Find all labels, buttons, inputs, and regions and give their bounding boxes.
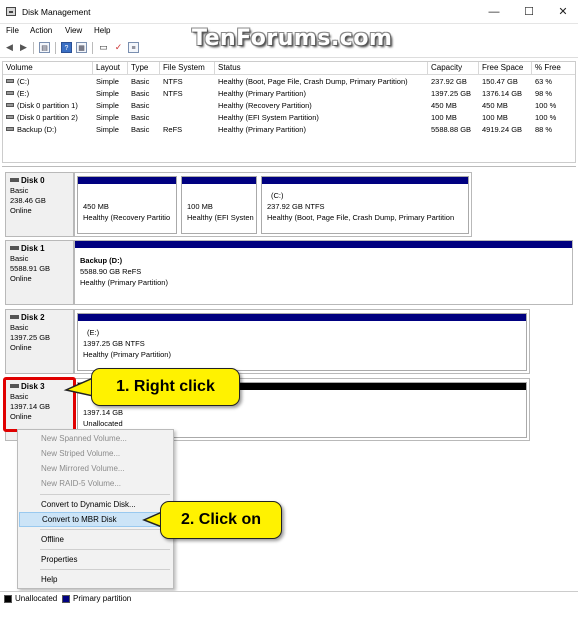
callout-1-seam bbox=[92, 380, 96, 394]
legend-primary-label: Primary partition bbox=[73, 594, 132, 603]
legend-bar: Unallocated Primary partition bbox=[0, 591, 578, 623]
callout-pointers bbox=[63, 376, 163, 529]
legend-primary-swatch bbox=[62, 595, 70, 603]
callout-2-seam bbox=[161, 514, 165, 525]
callout-step-2: 2. Click on bbox=[160, 501, 282, 539]
legend-unallocated-swatch bbox=[4, 595, 12, 603]
callout-step-1: 1. Right click bbox=[91, 368, 240, 406]
legend-unallocated-label: Unallocated bbox=[15, 594, 58, 603]
callout-1-pointer bbox=[63, 376, 94, 397]
